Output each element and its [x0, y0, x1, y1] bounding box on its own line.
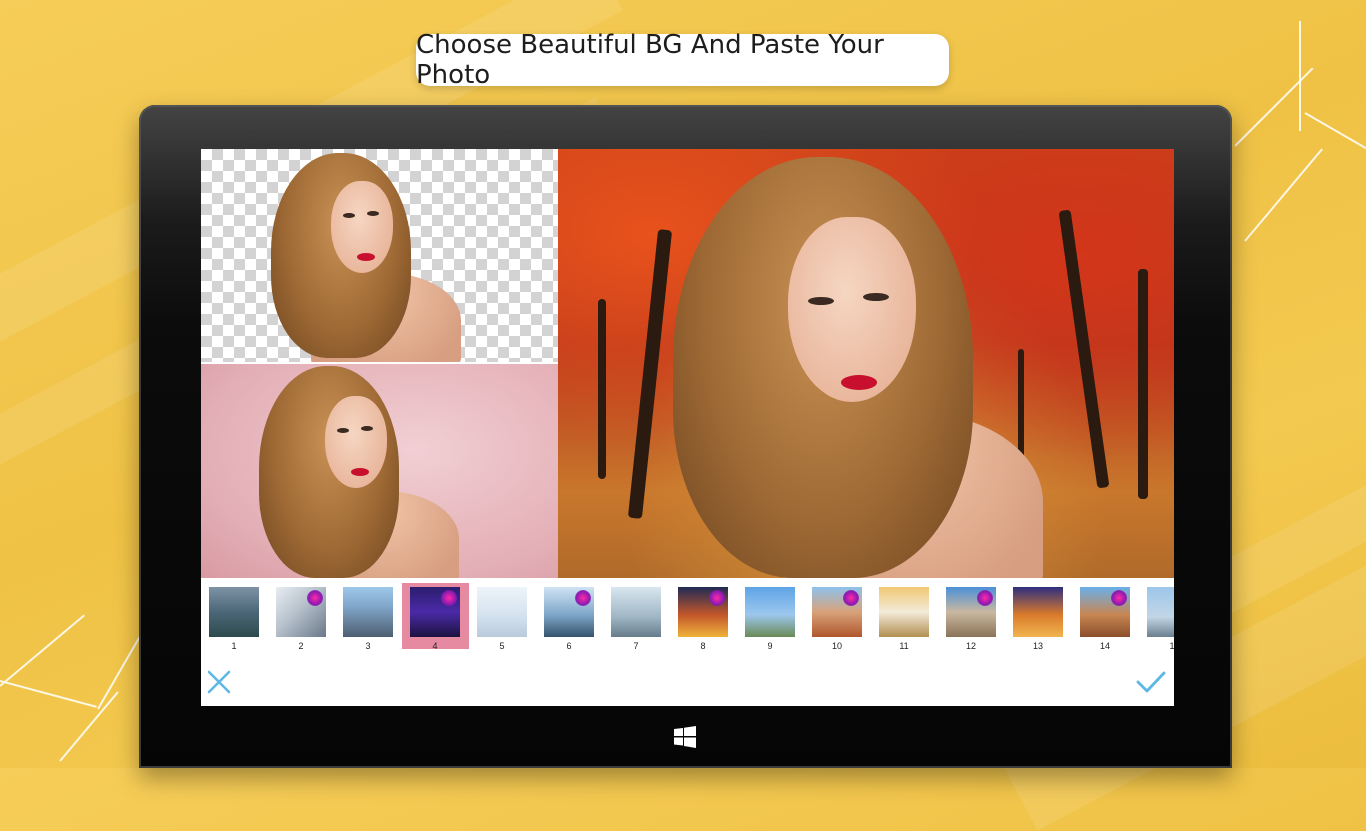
- bg-thumbnail-2[interactable]: [276, 587, 326, 637]
- decorative-line: [1305, 112, 1366, 154]
- bg-thumbnail-4[interactable]: [410, 587, 460, 637]
- action-bar: [201, 658, 1174, 706]
- thumbnail-number: 2: [276, 641, 326, 651]
- thumbnail-number: 1: [209, 641, 259, 651]
- cutout-photo: [271, 153, 471, 362]
- eye: [337, 428, 349, 433]
- premium-dot-icon: [977, 590, 993, 606]
- bg-thumbnail-5[interactable]: [477, 587, 527, 637]
- thumbnail-number: 7: [611, 641, 661, 651]
- bg-thumbnail-12[interactable]: [946, 587, 996, 637]
- premium-dot-icon: [843, 590, 859, 606]
- decorative-line: [0, 615, 85, 687]
- thumbnail-number: 10: [812, 641, 862, 651]
- thumbnail-number: 14: [1080, 641, 1130, 651]
- premium-dot-icon: [1111, 590, 1127, 606]
- bg-thumbnail-11[interactable]: [879, 587, 929, 637]
- thumbnail-number: 12: [946, 641, 996, 651]
- composite-result-panel: [558, 149, 1174, 578]
- tree-trunk: [598, 299, 606, 479]
- premium-dot-icon: [709, 590, 725, 606]
- bg-thumbnail-9[interactable]: [745, 587, 795, 637]
- windows-start-button[interactable]: [673, 725, 697, 749]
- cancel-button[interactable]: [201, 664, 237, 700]
- checkmark-icon: [1135, 669, 1167, 695]
- bg-thumbnail-15[interactable]: [1147, 587, 1174, 637]
- thumbnail-number: 4: [410, 641, 460, 651]
- close-icon: [206, 669, 232, 695]
- decorative-line: [59, 691, 118, 761]
- eye: [367, 211, 379, 216]
- lips: [357, 253, 375, 261]
- background-gallery-strip[interactable]: 1 2 3 4 5 6 7 8 9 10 11 12 13 14 1: [201, 578, 1174, 658]
- thumbnail-number: 1: [1147, 641, 1174, 651]
- bg-thumbnail-13[interactable]: [1013, 587, 1063, 637]
- lips: [351, 468, 369, 476]
- lips: [841, 375, 877, 390]
- tree-trunk: [628, 229, 672, 519]
- thumbnail-number: 8: [678, 641, 728, 651]
- bg-thumbnail-7[interactable]: [611, 587, 661, 637]
- bg-thumbnail-1[interactable]: [209, 587, 259, 637]
- thumbnail-number: 13: [1013, 641, 1063, 651]
- eye: [808, 297, 834, 305]
- bg-thumbnail-3[interactable]: [343, 587, 393, 637]
- cutout-preview-panel: [201, 149, 558, 362]
- decorative-line: [97, 631, 144, 710]
- thumbnail-number: 3: [343, 641, 393, 651]
- windows-logo-icon: [673, 725, 697, 749]
- face: [788, 217, 916, 402]
- thumbnail-number: 9: [745, 641, 795, 651]
- eye: [361, 426, 373, 431]
- thumbnail-number: 5: [477, 641, 527, 651]
- eye: [863, 293, 889, 301]
- app-screen: 1 2 3 4 5 6 7 8 9 10 11 12 13 14 1: [201, 149, 1174, 706]
- bg-thumbnail-14[interactable]: [1080, 587, 1130, 637]
- premium-dot-icon: [307, 590, 323, 606]
- confirm-button[interactable]: [1133, 664, 1169, 700]
- headline-banner: Choose Beautiful BG And Paste Your Photo: [416, 34, 949, 86]
- decorative-line: [0, 680, 97, 708]
- tree-trunk: [1138, 269, 1148, 499]
- bg-thumbnail-6[interactable]: [544, 587, 594, 637]
- decorative-line: [1244, 148, 1323, 241]
- headline-text: Choose Beautiful BG And Paste Your Photo: [416, 30, 949, 90]
- bg-thumbnail-10[interactable]: [812, 587, 862, 637]
- tree-trunk: [1059, 210, 1110, 489]
- bg-thumbnail-8[interactable]: [678, 587, 728, 637]
- eye: [343, 213, 355, 218]
- original-photo-panel: [201, 364, 558, 578]
- decorative-line: [1234, 68, 1313, 147]
- thumbnail-number: 11: [879, 641, 929, 651]
- decorative-line: [1299, 21, 1301, 131]
- pasted-photo: [673, 157, 1053, 578]
- premium-dot-icon: [575, 590, 591, 606]
- premium-dot-icon: [441, 590, 457, 606]
- original-photo: [259, 366, 469, 578]
- thumbnail-number: 6: [544, 641, 594, 651]
